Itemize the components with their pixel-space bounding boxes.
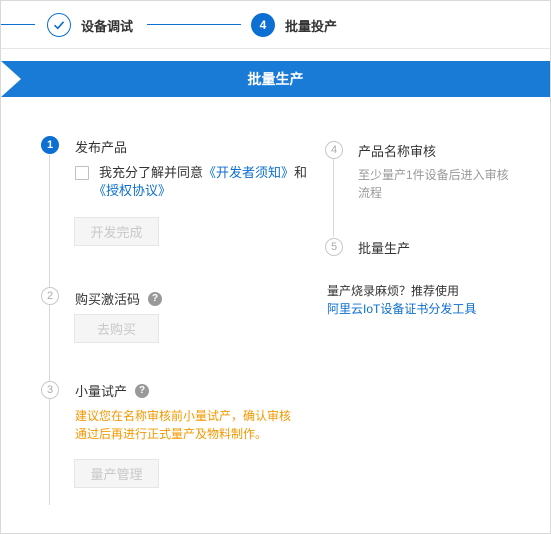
section-banner: 批量生产 (1, 61, 550, 97)
dev-complete-button[interactable]: 开发完成 (74, 217, 159, 246)
stepper-connector (147, 24, 241, 25)
batch-production-wizard: 设备调试 4 批量投产 批量生产 1 发布产品 我充分了解并同意《开发者须知》和… (0, 0, 551, 534)
go-purchase-button[interactable]: 去购买 (74, 314, 159, 343)
production-management-button[interactable]: 量产管理 (74, 459, 159, 488)
step-number-4: 4 (325, 141, 343, 159)
tool-recommendation: 量产烧录麻烦？推荐使用 阿里云IoT设备证书分发工具 (327, 282, 476, 318)
step-title-publish-product: 发布产品 (75, 137, 127, 156)
step-title-small-trial: 小量试产 ? (75, 381, 150, 400)
step-title-batch-production: 批量生产 (358, 238, 410, 257)
review-description: 至少量产1件设备后进入审核 流程 (358, 166, 538, 202)
steps-panel: 1 发布产品 我充分了解并同意《开发者须知》和 《授权协议》 开发完成 2 购买… (1, 119, 550, 533)
agreement-text-line2: 《授权协议》 (93, 181, 171, 201)
step-number-badge: 4 (251, 13, 275, 37)
agreement-and: 和 (294, 165, 308, 180)
help-icon[interactable]: ? (135, 383, 150, 398)
agree-checkbox[interactable] (75, 166, 89, 180)
step-label: 设备调试 (81, 18, 134, 34)
timeline-line (333, 159, 334, 237)
warning-line: 通过后再进行正式量产及物料制作。 (75, 427, 268, 441)
desc-line: 流程 (358, 186, 383, 200)
banner-title: 批量生产 (247, 71, 304, 87)
agreement-prefix: 我充分了解并同意 (99, 165, 204, 180)
timeline-line (49, 155, 50, 505)
trial-warning: 建议您在名称审核前小量试产，确认审核 通过后再进行正式量产及物料制作。 (75, 407, 325, 443)
step-title-text: 产品名称审核 (358, 144, 437, 159)
promo-text: 量产烧录麻烦？推荐使用 (327, 284, 460, 298)
certificate-tool-link[interactable]: 阿里云IoT设备证书分发工具 (327, 302, 476, 316)
step-title-name-review: 产品名称审核 (358, 141, 436, 160)
step-number-3: 3 (41, 381, 59, 399)
progress-stepper: 设备调试 4 批量投产 (1, 1, 550, 49)
step-number-2: 2 (41, 287, 59, 305)
step-title-text: 小量试产 (75, 384, 128, 399)
warning-line: 建议您在名称审核前小量试产，确认审核 (75, 409, 292, 423)
step-title-buy-activation-code: 购买激活码 ? (75, 289, 163, 308)
stepper-connector (1, 24, 35, 25)
step-label: 批量投产 (285, 18, 338, 34)
check-icon (47, 13, 71, 37)
agreement-text: 我充分了解并同意《开发者须知》和 (99, 163, 307, 183)
license-agreement-link[interactable]: 《授权协议》 (93, 183, 171, 198)
step-title-text: 购买激活码 (75, 292, 141, 307)
step-title-text: 批量生产 (358, 241, 411, 256)
developer-notice-link[interactable]: 《开发者须知》 (203, 165, 294, 180)
step-title-text: 发布产品 (75, 140, 128, 155)
help-icon[interactable]: ? (148, 291, 163, 306)
desc-line: 至少量产1件设备后进入审核 (358, 168, 509, 182)
step-device-debug[interactable]: 设备调试 (47, 13, 133, 37)
step-number-1: 1 (41, 136, 59, 154)
step-batch-production[interactable]: 4 批量投产 (251, 13, 337, 37)
step-number-5: 5 (325, 238, 343, 256)
